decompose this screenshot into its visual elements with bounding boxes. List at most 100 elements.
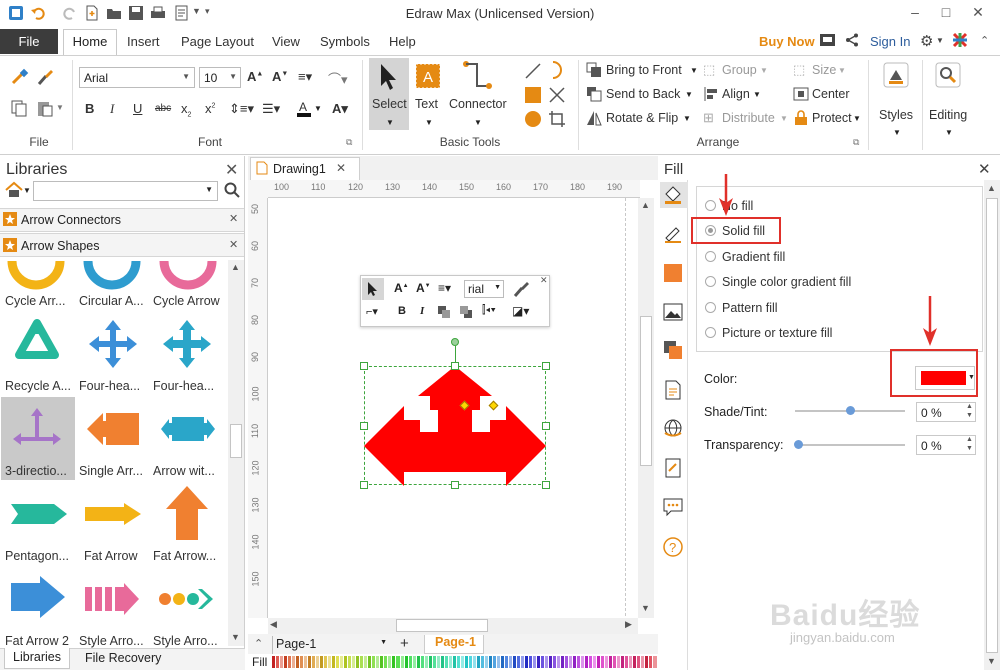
shade-spinner-icon[interactable]: ▲ ▼ — [966, 402, 973, 420]
single-arrow-shape-icon[interactable] — [86, 409, 140, 449]
menu-file[interactable]: File — [0, 29, 58, 54]
scroll-left-icon[interactable]: ◀ — [270, 619, 277, 630]
styles-dropdown-icon[interactable]: ▼ — [893, 128, 901, 137]
align-icon[interactable] — [703, 86, 719, 102]
mini-bring-front-icon[interactable] — [437, 305, 451, 319]
font-dialog-launcher-icon[interactable]: ⧉ — [346, 137, 352, 148]
menu-insert[interactable]: Insert — [127, 34, 160, 49]
maximize-button[interactable]: □ — [931, 2, 961, 24]
library-section-close-icon[interactable]: ✕ — [229, 212, 238, 225]
menu-view[interactable]: View — [272, 34, 300, 49]
text-align-icon[interactable]: ≡▾ — [298, 69, 312, 85]
fat-arrow-up-shape-icon[interactable] — [165, 485, 209, 541]
arrow-with-shape-icon[interactable] — [160, 413, 216, 445]
layers-icon[interactable] — [663, 340, 683, 360]
strikethrough-icon[interactable]: abc — [155, 103, 171, 114]
paste-dropdown-icon[interactable]: ▼ — [56, 103, 64, 112]
menu-help[interactable]: Help — [389, 34, 416, 49]
resize-handle[interactable] — [451, 362, 459, 370]
text-dropdown-icon[interactable]: ▼ — [425, 118, 433, 127]
canvas-hscroll-thumb[interactable] — [396, 619, 488, 632]
note-icon[interactable] — [663, 458, 683, 478]
size-dropdown-icon[interactable]: ▼ — [838, 66, 846, 75]
tab-file-recovery[interactable]: File Recovery — [85, 651, 161, 665]
menu-home[interactable]: Home — [63, 29, 117, 56]
scroll-right-icon[interactable]: ▶ — [625, 619, 632, 630]
canvas-vscroll-thumb[interactable] — [640, 316, 652, 466]
menu-symbols[interactable]: Symbols — [320, 34, 370, 49]
three-directional-arrow-shape[interactable] — [364, 366, 546, 486]
connector-dropdown-icon[interactable]: ▼ — [474, 118, 482, 127]
search-icon[interactable] — [224, 182, 240, 198]
resize-handle[interactable] — [542, 362, 550, 370]
add-page-icon[interactable]: + — [400, 635, 409, 652]
underline-icon[interactable]: U — [133, 101, 142, 116]
minimize-button[interactable]: – — [900, 2, 930, 24]
mini-style-icon[interactable]: ◪▾ — [512, 304, 529, 318]
cycle-arrow-shape-icon[interactable] — [7, 259, 65, 290]
font-color-dropdown-icon[interactable]: ▼ — [314, 104, 322, 113]
document-properties-icon[interactable] — [663, 380, 683, 400]
fill-option-picture-texture[interactable]: Picture or texture fill — [705, 326, 832, 340]
align-button[interactable]: Align — [722, 87, 750, 101]
styles-button[interactable]: Styles — [879, 108, 913, 122]
italic-icon[interactable]: I — [110, 101, 114, 117]
tab-libraries[interactable]: Libraries — [4, 648, 70, 669]
menu-page-layout[interactable]: Page Layout — [181, 34, 254, 49]
resize-handle[interactable] — [360, 481, 368, 489]
protect-button[interactable]: Protect — [812, 111, 852, 125]
buy-now-link[interactable]: Buy Now — [759, 34, 815, 49]
rotate-handle[interactable] — [451, 338, 459, 346]
scroll-up-icon[interactable]: ▲ — [231, 262, 240, 272]
text-tool-icon[interactable]: A — [414, 62, 442, 90]
fill-option-gradient-fill[interactable]: Gradient fill — [705, 250, 785, 264]
home-icon[interactable] — [5, 181, 23, 198]
arc-tool-icon[interactable] — [548, 60, 566, 80]
settings-dropdown-icon[interactable]: ▼ — [936, 36, 944, 45]
mini-format-painter-icon[interactable] — [512, 280, 530, 298]
collapse-pages-icon[interactable]: ⌃ — [254, 637, 263, 650]
bullet-list-icon[interactable]: ☰▾ — [262, 101, 280, 117]
arrange-dialog-launcher-icon[interactable]: ⧉ — [853, 137, 859, 148]
mini-send-back-icon[interactable] — [459, 305, 473, 319]
mini-toolbar-close-icon[interactable]: ✕ — [540, 275, 548, 286]
send-back-dropdown-icon[interactable]: ▼ — [685, 90, 693, 99]
send-to-back-button[interactable]: Send to Back — [606, 87, 680, 101]
mini-increase-font-icon[interactable]: A▲ — [394, 281, 409, 295]
scroll-up-icon[interactable]: ▲ — [987, 183, 996, 193]
home-dropdown-icon[interactable]: ▼ — [23, 186, 31, 195]
protect-dropdown-icon[interactable]: ▼ — [853, 114, 861, 123]
bring-to-front-button[interactable]: Bring to Front — [606, 63, 682, 77]
four-headed-arrow-teal-shape-icon[interactable] — [162, 319, 212, 369]
style-arrow-dots-shape-icon[interactable] — [158, 587, 216, 611]
text-tool-label[interactable]: Text — [415, 97, 438, 111]
ellipse-tool-icon[interactable] — [524, 110, 542, 128]
crop-tool-icon[interactable] — [548, 110, 566, 128]
transparency-spinner-icon[interactable]: ▲ ▼ — [966, 435, 973, 453]
rotate-flip-button[interactable]: Rotate & Flip — [606, 111, 678, 125]
mini-align-icon[interactable]: ≡▾ — [438, 281, 451, 295]
fat-arrow-shape-icon[interactable] — [84, 503, 142, 525]
connector-tool-label[interactable]: Connector — [449, 97, 507, 111]
cross-tool-icon[interactable] — [548, 86, 566, 104]
rectangle-tool-icon[interactable] — [524, 86, 542, 104]
mini-font-select[interactable]: rial ▼ — [464, 280, 504, 298]
image-icon[interactable] — [663, 302, 683, 322]
send-to-back-icon[interactable] — [586, 86, 602, 102]
center-button[interactable]: Center — [812, 87, 850, 101]
mini-connector-icon[interactable]: ⌐▾ — [366, 305, 378, 318]
shade-tint-slider-thumb[interactable] — [846, 406, 855, 415]
bring-to-front-icon[interactable] — [586, 62, 602, 78]
style-arrow-shape-icon[interactable] — [84, 583, 140, 615]
fat-arrow-2-shape-icon[interactable] — [10, 575, 66, 619]
cycle-arrow-pink-shape-icon[interactable] — [159, 259, 217, 290]
group-dropdown-icon[interactable]: ▼ — [760, 66, 768, 75]
font-size-select[interactable]: 10 ▼ — [199, 67, 241, 88]
fill-option-single-color-gradient[interactable]: Single color gradient fill — [705, 275, 851, 289]
three-directional-arrow-shape-icon[interactable] — [12, 407, 62, 449]
library-search-input[interactable]: ▼ — [33, 181, 218, 201]
distribute-button[interactable]: Distribute — [722, 111, 775, 125]
sign-in-link[interactable]: Sign In — [870, 34, 910, 49]
color-swatches[interactable] — [272, 656, 658, 668]
resize-handle[interactable] — [360, 422, 368, 430]
